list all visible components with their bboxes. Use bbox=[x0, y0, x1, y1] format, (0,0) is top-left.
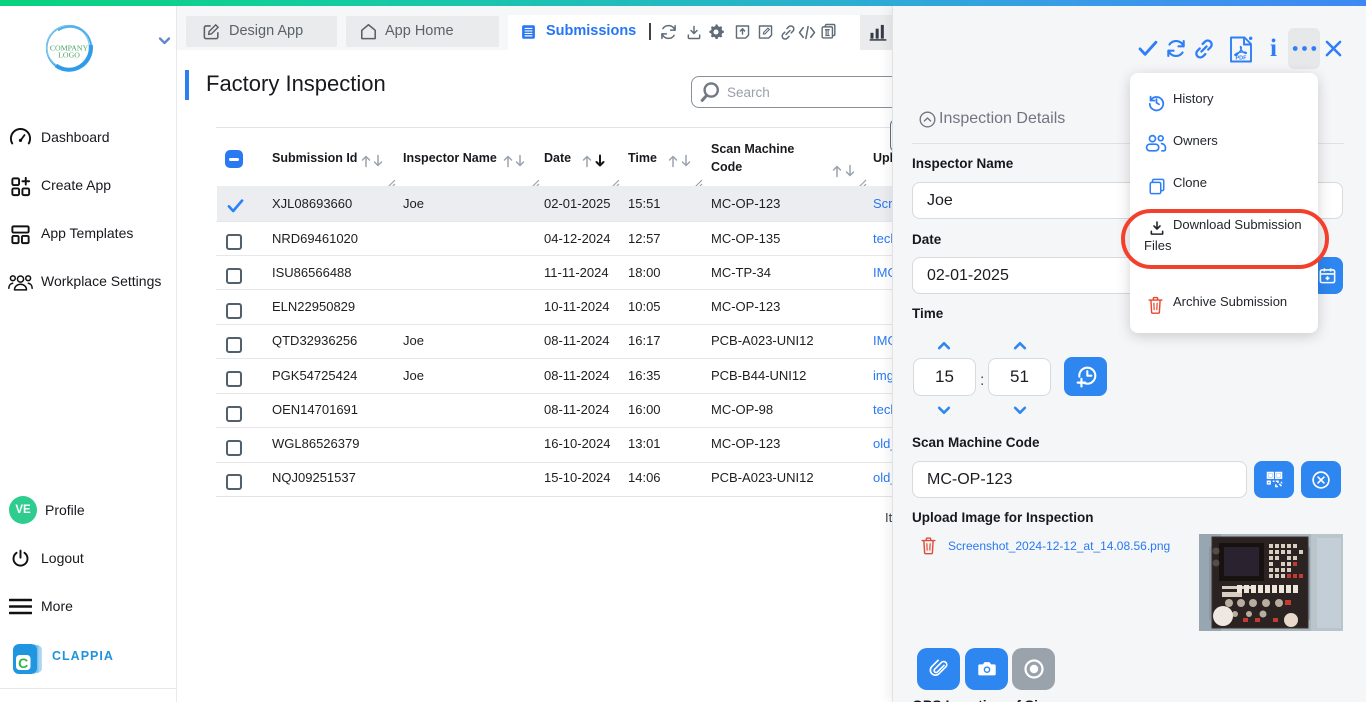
svg-text:C: C bbox=[18, 655, 28, 671]
svg-text:LOGO: LOGO bbox=[58, 51, 80, 60]
svg-text:PDF: PDF bbox=[1236, 56, 1248, 62]
